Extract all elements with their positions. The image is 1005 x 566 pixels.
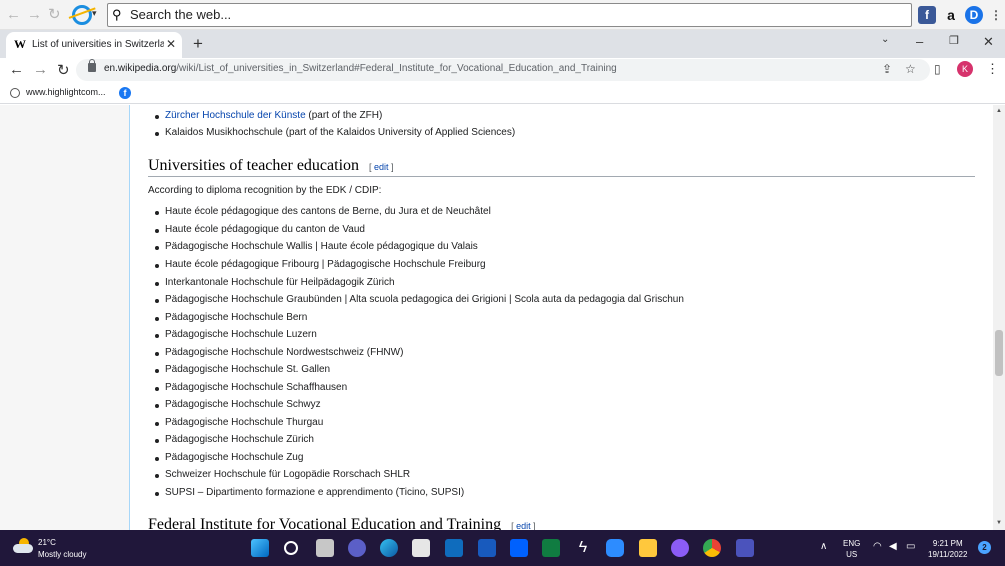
list-item: Haute école pédagogique du canton de Vau… bbox=[155, 224, 365, 235]
search-input[interactable] bbox=[128, 6, 828, 23]
weather-icon[interactable] bbox=[13, 538, 33, 554]
profile-avatar[interactable]: K bbox=[957, 61, 973, 77]
forward-arrow-icon[interactable]: → bbox=[27, 6, 42, 24]
search-icon: ⚲ bbox=[112, 7, 122, 22]
list-item: Kalaidos Musikhochschule (part of the Ka… bbox=[154, 127, 516, 138]
volume-icon[interactable]: ◀ bbox=[889, 541, 897, 552]
battery-icon[interactable]: ▭ bbox=[906, 541, 915, 552]
download-extension-icon[interactable]: D bbox=[965, 6, 983, 24]
list-item: Haute école pédagogique Fribourg | Pädag… bbox=[155, 259, 486, 270]
share-icon[interactable]: ⇪ bbox=[882, 62, 892, 76]
bookmark-item[interactable]: www.highlightcom... bbox=[10, 87, 106, 98]
web-search-box[interactable]: ⚲ bbox=[107, 3, 912, 27]
page-viewport: Zürcher Hochschule der Künste (part of t… bbox=[0, 105, 993, 530]
address-bar[interactable]: en.wikipedia.org/wiki/List_of_universiti… bbox=[76, 59, 930, 81]
ie-logo-icon[interactable] bbox=[72, 5, 92, 25]
file-explorer-icon[interactable] bbox=[639, 539, 657, 557]
url-text[interactable]: en.wikipedia.org/wiki/List_of_universiti… bbox=[104, 63, 617, 74]
tab-bar: W List of universities in Switzerland ✕ bbox=[0, 30, 1005, 58]
notification-badge[interactable]: 2 bbox=[978, 541, 991, 554]
start-icon[interactable] bbox=[251, 539, 269, 557]
list-item: SUPSI – Dipartimento formazione e appren… bbox=[154, 487, 465, 498]
list-item: Interkantonale Hochschule für Heilpädago… bbox=[155, 277, 395, 288]
tray-chevron-icon[interactable]: ∧ bbox=[820, 541, 827, 552]
edit-link[interactable]: edit bbox=[516, 521, 531, 530]
list-item: Pädagogische Hochschule Wallis | Haute é… bbox=[155, 241, 478, 252]
facebook-bookmark-icon[interactable]: f bbox=[119, 87, 131, 99]
menu-icon[interactable]: ⋮ bbox=[986, 61, 999, 77]
edit-link-wrapper: [ edit ] bbox=[511, 521, 536, 530]
back-arrow-icon[interactable]: ← bbox=[6, 6, 21, 24]
wikipedia-favicon-icon: W bbox=[14, 37, 26, 51]
language-indicator[interactable]: ENG US bbox=[843, 538, 860, 560]
edit-link-wrapper: [ edit ] bbox=[369, 162, 394, 172]
list-item: Pädagogische Hochschule Graubünden | Alt… bbox=[155, 294, 684, 305]
heading-rule bbox=[148, 176, 975, 177]
weather-temp[interactable]: 21°C bbox=[38, 538, 56, 547]
restore-icon[interactable]: ❐ bbox=[949, 34, 959, 47]
teams-chat-icon[interactable] bbox=[348, 539, 366, 557]
more-icon[interactable]: ⋮ bbox=[987, 6, 1005, 24]
address-row: ← → ↻ en.wikipedia.org/wiki/List_of_univ… bbox=[0, 58, 1005, 83]
scrollbar[interactable] bbox=[993, 105, 1005, 530]
forward-icon[interactable]: → bbox=[33, 61, 48, 78]
list-item: Pädagogische Hochschule Schwyz bbox=[155, 399, 321, 410]
lock-icon[interactable] bbox=[88, 59, 96, 72]
tab-title: List of universities in Switzerland bbox=[32, 39, 164, 50]
list-item: Schweizer Hochschule für Logopädie Rorsc… bbox=[154, 469, 411, 480]
list-item: Pädagogische Hochschule Luzern bbox=[155, 329, 317, 340]
list-item: Pädagogische Hochschule Zug bbox=[154, 452, 304, 463]
close-tab-icon[interactable]: ✕ bbox=[166, 37, 176, 51]
list-item: Haute école pédagogique des cantons de B… bbox=[155, 206, 491, 217]
close-window-icon[interactable]: ✕ bbox=[983, 34, 994, 50]
chrome-icon[interactable] bbox=[703, 539, 721, 557]
new-tab-button[interactable]: + bbox=[193, 34, 203, 54]
facebook-extension-icon[interactable]: f bbox=[918, 6, 936, 24]
globe-icon bbox=[10, 87, 20, 98]
word-icon[interactable] bbox=[478, 539, 496, 557]
dropbox-icon[interactable] bbox=[510, 539, 528, 557]
mail-icon[interactable] bbox=[445, 539, 463, 557]
list-item: Pädagogische Hochschule Nordwestschweiz … bbox=[154, 347, 404, 358]
list-item-link[interactable]: Zürcher Hochschule der Künste bbox=[165, 110, 306, 121]
reload-icon[interactable]: ↻ bbox=[57, 61, 70, 79]
list-item: Pädagogische Hochschule Schaffhausen bbox=[154, 382, 348, 393]
search-taskbar-icon[interactable] bbox=[284, 541, 298, 555]
edge-icon[interactable] bbox=[380, 539, 398, 557]
store-icon[interactable] bbox=[412, 539, 430, 557]
chevron-down-icon[interactable]: ▾ bbox=[92, 8, 97, 19]
clock[interactable]: 9:21 PM 19/11/2022 bbox=[928, 538, 967, 560]
browser-tab[interactable]: W List of universities in Switzerland ✕ bbox=[6, 32, 182, 58]
task-view-icon[interactable] bbox=[316, 539, 334, 557]
refresh-icon[interactable]: ↻ bbox=[48, 6, 61, 24]
wifi-icon[interactable]: ◠ bbox=[873, 541, 882, 552]
list-item: Zürcher Hochschule der Künste (part of t… bbox=[154, 110, 383, 121]
section-heading: Universities of teacher education[ edit … bbox=[148, 157, 394, 174]
scrollbar-thumb[interactable] bbox=[995, 330, 1003, 376]
section-heading: Federal Institute for Vocational Educati… bbox=[148, 516, 536, 530]
list-item: Pädagogische Hochschule Bern bbox=[154, 312, 308, 323]
app-circle-icon[interactable] bbox=[671, 539, 689, 557]
weather-condition[interactable]: Mostly cloudy bbox=[38, 550, 86, 559]
list-item: Pädagogische Hochschule Zürich bbox=[155, 434, 314, 445]
bookmark-star-icon[interactable]: ☆ bbox=[905, 62, 916, 76]
article-content: Zürcher Hochschule der Künste (part of t… bbox=[129, 105, 993, 530]
section-intro: According to diploma recognition by the … bbox=[148, 185, 382, 196]
amazon-extension-icon[interactable]: a bbox=[942, 6, 960, 24]
bookmarks-bar: www.highlightcom... f bbox=[0, 83, 1005, 104]
excel-icon[interactable] bbox=[542, 539, 560, 557]
back-icon[interactable]: ← bbox=[9, 61, 24, 78]
edit-link[interactable]: edit bbox=[374, 162, 389, 172]
teams-icon[interactable] bbox=[736, 539, 754, 557]
tab-search-chevron-icon[interactable]: ⌄ bbox=[881, 34, 889, 45]
scroll-down-icon[interactable]: ▼ bbox=[996, 520, 1002, 526]
list-item: Pädagogische Hochschule Thurgau bbox=[154, 417, 324, 428]
minimize-icon[interactable]: – bbox=[916, 34, 923, 49]
side-panel-icon[interactable]: ▯ bbox=[934, 62, 941, 76]
list-item: Pädagogische Hochschule St. Gallen bbox=[154, 364, 331, 375]
app-icon[interactable]: ϟ bbox=[574, 539, 592, 557]
zoom-icon[interactable] bbox=[606, 539, 624, 557]
scroll-up-icon[interactable]: ▲ bbox=[996, 108, 1002, 114]
